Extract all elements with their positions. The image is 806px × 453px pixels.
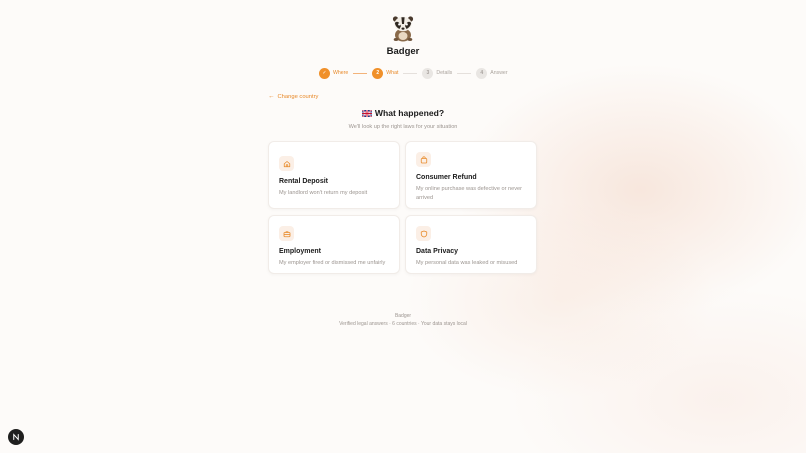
card-description: My landlord won't return my deposit (279, 190, 368, 196)
step-connector (353, 72, 368, 74)
card-title: Employment (279, 248, 322, 255)
page-subtitle: We'll look up the right laws for your si… (348, 124, 458, 130)
card-employment[interactable]: Employment My employer fired or dismisse… (268, 215, 400, 274)
card-title: Rental Deposit (279, 178, 329, 185)
arrow-left-icon: ← (268, 93, 275, 100)
step-label: What (386, 70, 399, 76)
home-icon (279, 156, 294, 171)
step-number: 3 (422, 67, 434, 79)
footer-app-name: Badger (394, 313, 412, 319)
page: Badger ✓ Where 2 What 3 Details 4 Answer… (0, 0, 806, 453)
change-country-link[interactable]: ← Change country (268, 93, 318, 100)
shield-icon (416, 226, 431, 241)
n-logo-icon (13, 433, 19, 441)
n-logo-button[interactable] (8, 429, 24, 445)
card-rental-deposit[interactable]: Rental Deposit My landlord won't return … (268, 141, 400, 209)
card-description: My personal data was leaked or misused (416, 260, 518, 266)
card-description: My online purchase was defective or neve… (416, 186, 523, 201)
footer-tagline: Verified legal answers · 6 countries · Y… (339, 321, 467, 327)
uk-flag-icon (361, 109, 372, 117)
shopping-bag-icon (416, 152, 431, 167)
step-label: Details (436, 70, 453, 76)
change-country-label: Change country (277, 93, 319, 100)
page-title-text: What happened? (374, 108, 445, 118)
page-title: What happened? (0, 108, 806, 118)
step-label: Where (333, 70, 349, 76)
card-title: Consumer Refund (416, 174, 477, 181)
step-connector (403, 72, 418, 74)
step-where[interactable]: ✓ Where (319, 67, 349, 79)
badger-icon (392, 16, 414, 42)
card-description: My employer fired or dismissed me unfair… (279, 260, 386, 266)
step-answer: 4 Answer (476, 67, 508, 79)
card-consumer-refund[interactable]: Consumer Refund My online purchase was d… (405, 141, 537, 209)
briefcase-icon (279, 226, 294, 241)
progress-stepper: ✓ Where 2 What 3 Details 4 Answer (319, 67, 508, 79)
card-title: Data Privacy (416, 248, 459, 255)
step-what: 2 What (372, 67, 399, 79)
step-connector (457, 72, 472, 74)
step-number: 4 (476, 67, 488, 79)
app-title: Badger (386, 46, 420, 57)
step-label: Answer (490, 70, 508, 76)
card-data-privacy[interactable]: Data Privacy My personal data was leaked… (405, 215, 537, 274)
step-details: 3 Details (422, 67, 453, 79)
step-check-icon: ✓ (319, 67, 330, 79)
step-number: 2 (372, 67, 384, 79)
